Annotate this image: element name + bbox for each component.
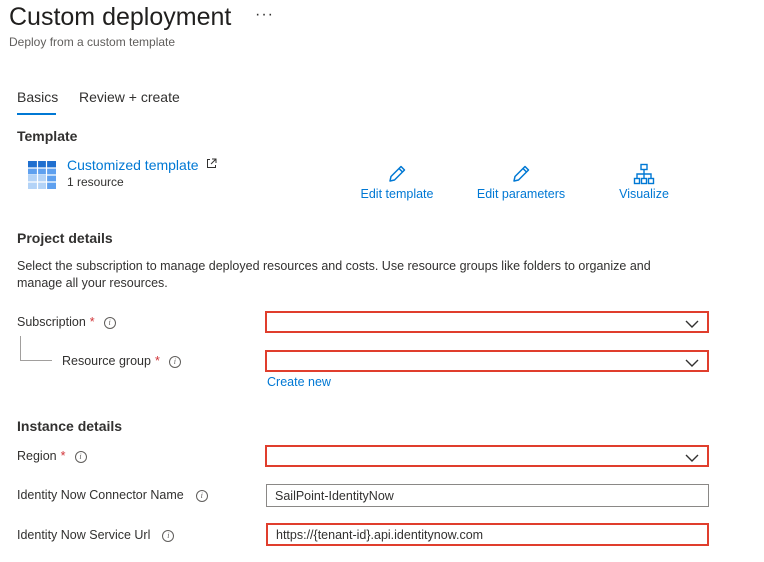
hierarchy-icon bbox=[612, 163, 676, 185]
more-options-button[interactable]: ··· bbox=[255, 6, 274, 24]
resource-group-label-text: Resource group bbox=[62, 354, 151, 368]
resource-group-label: Resource group * i bbox=[62, 354, 181, 368]
visualize-button[interactable]: Visualize bbox=[612, 163, 676, 201]
project-details-description: Select the subscription to manage deploy… bbox=[17, 259, 651, 290]
resource-group-dropdown[interactable] bbox=[265, 350, 709, 372]
tab-selected-indicator bbox=[17, 113, 56, 115]
chevron-down-icon bbox=[685, 316, 699, 334]
connector-name-input[interactable]: SailPoint-IdentityNow bbox=[266, 484, 709, 507]
edit-template-label: Edit template bbox=[360, 187, 434, 201]
external-link-icon bbox=[206, 156, 217, 172]
required-marker: * bbox=[154, 354, 160, 368]
subscription-label-text: Subscription bbox=[17, 315, 86, 329]
tab-review-create[interactable]: Review + create bbox=[79, 89, 180, 105]
page-title: Custom deployment bbox=[9, 3, 232, 31]
info-icon[interactable]: i bbox=[168, 356, 181, 368]
connector-name-label: Identity Now Connector Name i bbox=[17, 488, 208, 502]
service-url-input[interactable]: https://{tenant-id}.api.identitynow.com bbox=[266, 523, 709, 546]
region-label-text: Region bbox=[17, 449, 57, 463]
region-dropdown[interactable] bbox=[265, 445, 709, 467]
instance-details-heading: Instance details bbox=[17, 418, 123, 434]
chevron-down-icon bbox=[685, 355, 699, 373]
info-icon[interactable]: i bbox=[74, 451, 87, 463]
edit-parameters-button[interactable]: Edit parameters bbox=[471, 163, 571, 201]
visualize-label: Visualize bbox=[619, 187, 669, 201]
template-heading: Template bbox=[17, 128, 78, 144]
customized-template-link[interactable]: Customized template bbox=[67, 156, 217, 173]
info-icon[interactable]: i bbox=[162, 530, 175, 542]
template-resource-count: 1 resource bbox=[67, 175, 124, 189]
service-url-label-text: Identity Now Service Url bbox=[17, 528, 151, 542]
page-subtitle: Deploy from a custom template bbox=[9, 35, 176, 49]
template-icon bbox=[28, 161, 56, 194]
required-marker: * bbox=[60, 449, 66, 463]
tab-basics[interactable]: Basics bbox=[17, 89, 58, 105]
required-marker: * bbox=[89, 315, 95, 329]
subscription-label: Subscription * i bbox=[17, 315, 116, 329]
info-icon[interactable]: i bbox=[103, 317, 116, 329]
edit-parameters-label: Edit parameters bbox=[476, 187, 566, 201]
tree-connector bbox=[20, 336, 21, 360]
service-url-label: Identity Now Service Url i bbox=[17, 528, 175, 542]
connector-name-label-text: Identity Now Connector Name bbox=[17, 488, 184, 502]
pencil-icon bbox=[355, 163, 439, 185]
region-label: Region * i bbox=[17, 449, 87, 463]
project-details-heading: Project details bbox=[17, 230, 113, 246]
subscription-dropdown[interactable] bbox=[265, 311, 709, 333]
pencil-icon bbox=[471, 163, 571, 185]
chevron-down-icon bbox=[685, 450, 699, 468]
tree-connector bbox=[20, 360, 52, 361]
customized-template-label: Customized template bbox=[67, 157, 199, 173]
edit-template-button[interactable]: Edit template bbox=[355, 163, 439, 201]
info-icon[interactable]: i bbox=[195, 490, 208, 502]
create-new-link[interactable]: Create new bbox=[267, 375, 331, 389]
